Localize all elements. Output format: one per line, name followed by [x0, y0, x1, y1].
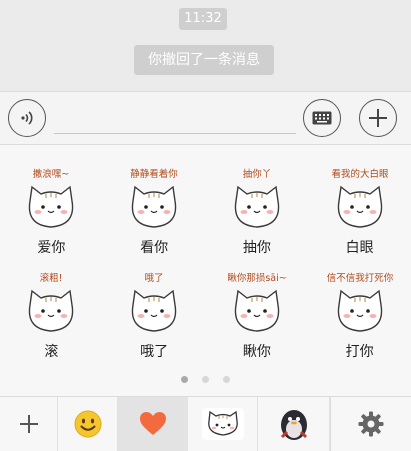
sticker-caption: 瞅你那损sāi~	[227, 272, 286, 284]
page-dot[interactable]	[181, 376, 188, 383]
sticker-grid: 撒浪嘿~ 爱你 静静看着你 看你 抽你丫 抽你 看我的大白眼 白眼 滚粗! 滚哦了 哦了 瞅你那损sā…	[0, 153, 411, 361]
tab-emoji[interactable]	[58, 397, 118, 451]
voice-button[interactable]	[8, 99, 46, 137]
sticker-caption: 看我的大白眼	[331, 168, 389, 180]
sticker-caption: 撒浪嘿~	[33, 168, 69, 180]
sticker-item[interactable]: 哦了 哦了	[103, 257, 206, 361]
sticker-caption: 信不信我打死你	[326, 272, 393, 284]
sticker-tabs	[0, 396, 411, 451]
sticker-item[interactable]: 滚粗! 滚	[0, 257, 103, 361]
sticker-label: 抽你	[242, 240, 271, 256]
sticker-item[interactable]: 瞅你那损sāi~ 瞅你	[206, 257, 309, 361]
timestamp: 11:32	[179, 8, 227, 30]
sticker-item[interactable]: 信不信我打死你 打你	[308, 257, 411, 361]
sticker-caption: 哦了	[145, 272, 164, 284]
tab-favorites[interactable]	[118, 397, 188, 451]
cat-sticker-image: 看我的大白眼	[331, 168, 389, 228]
keyboard-button[interactable]	[303, 99, 341, 137]
penguin-icon	[280, 410, 307, 440]
cat-sticker-image: 撒浪嘿~	[29, 168, 74, 228]
add-icon	[19, 415, 38, 433]
page-dot[interactable]	[202, 376, 209, 383]
sticker-item[interactable]: 撒浪嘿~ 爱你	[0, 153, 103, 257]
gear-icon	[358, 411, 384, 437]
sticker-panel: 撒浪嘿~ 爱你 静静看着你 看你 抽你丫 抽你 看我的大白眼 白眼 滚粗! 滚哦了 哦了 瞅你那损sā…	[0, 145, 411, 396]
message-input[interactable]	[54, 102, 296, 134]
sticker-caption: 滚粗!	[40, 272, 63, 284]
sticker-label: 瞅你	[242, 344, 271, 360]
sticker-label: 哦了	[140, 344, 169, 360]
page-indicator	[0, 376, 411, 383]
input-bar	[0, 91, 411, 145]
tab-add[interactable]	[0, 397, 58, 451]
more-button[interactable]	[359, 99, 397, 137]
recall-notice: 你撤回了一条消息	[134, 45, 274, 75]
sticker-label: 看你	[140, 240, 169, 256]
cat-sticker-image: 信不信我打死你	[326, 272, 393, 332]
sticker-label: 滚	[44, 344, 59, 360]
plus-icon	[369, 109, 387, 127]
sticker-item[interactable]: 看我的大白眼 白眼	[308, 153, 411, 257]
sticker-label: 白眼	[345, 240, 374, 256]
chat-area: 11:32 你撤回了一条消息	[0, 0, 411, 91]
page-dot[interactable]	[223, 376, 230, 383]
smiley-icon	[74, 410, 101, 438]
tab-cat-stickers[interactable]	[188, 397, 258, 451]
sticker-caption: 静静看着你	[130, 168, 178, 180]
sticker-item[interactable]: 抽你丫 抽你	[206, 153, 309, 257]
cat-sticker-image: 瞅你那损sāi~	[227, 272, 287, 332]
sticker-caption: 抽你丫	[243, 168, 272, 180]
cat-sticker-image: 静静看着你	[130, 168, 178, 228]
cat-sticker-image: 哦了	[131, 272, 177, 332]
heart-icon	[139, 412, 166, 435]
sticker-item[interactable]: 静静看着你 看你	[103, 153, 206, 257]
cat-sticker-image: 抽你丫	[234, 168, 280, 228]
tab-settings[interactable]	[330, 397, 411, 451]
voice-icon	[21, 111, 33, 125]
cat-sticker-image: 滚粗!	[29, 272, 74, 332]
tab-penguin[interactable]	[258, 397, 330, 451]
sticker-label: 爱你	[37, 240, 66, 256]
cat-sticker-icon	[201, 408, 244, 440]
keyboard-icon	[312, 111, 332, 125]
sticker-label: 打你	[345, 344, 374, 360]
